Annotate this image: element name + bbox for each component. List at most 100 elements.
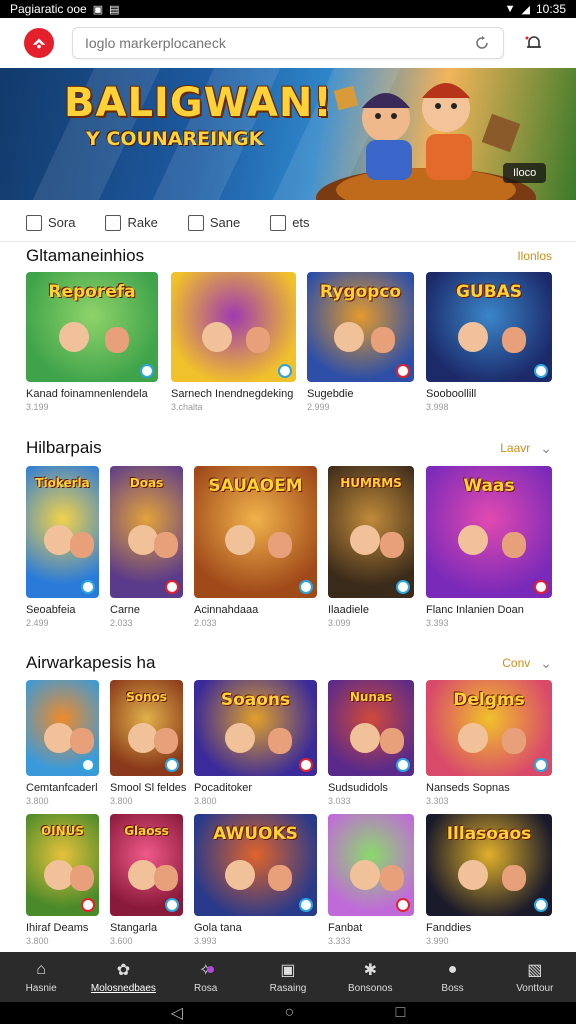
banner-tag[interactable]: Iloco <box>503 163 547 183</box>
game-title[interactable]: Carne <box>110 604 197 616</box>
section-see-more-link[interactable]: Laavr ⌄ <box>500 440 552 457</box>
game-thumbnail: Doas <box>110 466 183 598</box>
game-title[interactable]: Nanseds Sopnas <box>426 782 566 794</box>
game-tile[interactable]: Reporefa <box>26 272 158 382</box>
game-tile[interactable]: SAUAOEM <box>194 466 317 598</box>
game-title[interactable]: Stangarla <box>110 922 197 934</box>
game-tile[interactable]: Doas <box>110 466 183 598</box>
character-face <box>501 327 526 353</box>
character-face <box>246 327 270 353</box>
category-tab-0[interactable]: Sora <box>26 214 75 231</box>
game-title[interactable]: Ilaadiele <box>328 604 428 616</box>
character-face <box>457 859 488 890</box>
section-see-more-link[interactable]: Conv ⌄ <box>502 655 552 672</box>
game-tile[interactable]: GUBAS <box>426 272 552 382</box>
character-face <box>224 723 255 754</box>
game-meta: 3.800 <box>194 796 217 806</box>
game-tile[interactable]: Sonos <box>110 680 183 776</box>
nav-item-5[interactable]: ● Boss <box>411 961 493 994</box>
game-tile[interactable]: Tiokerla <box>26 466 99 598</box>
game-tile[interactable]: Waas <box>426 466 552 598</box>
game-meta: 3.393 <box>426 618 449 628</box>
nav-item-3[interactable]: ▣ Rasaing <box>247 961 329 994</box>
game-tile[interactable] <box>171 272 296 382</box>
game-tile[interactable]: Delgms <box>426 680 552 776</box>
gallery-icon <box>187 214 204 231</box>
thumbnail-title: Nunas <box>349 690 393 704</box>
calendar-icon <box>270 214 287 231</box>
game-tile[interactable]: Soaons <box>194 680 317 776</box>
game-title[interactable]: Sudsudidols <box>328 782 428 794</box>
home-icon: ⌂ <box>36 960 46 978</box>
app-icon: ▤ <box>109 3 120 16</box>
game-thumbnail: Delgms <box>426 680 552 776</box>
game-tile[interactable]: Rygopco <box>307 272 414 382</box>
game-tile[interactable]: HUMRMS <box>328 466 414 598</box>
category-tab-label: Rake <box>127 215 158 230</box>
bell-icon[interactable] <box>522 31 546 55</box>
game-thumbnail <box>26 680 99 776</box>
hero-banner[interactable]: BALIGWAN! Y COUNAREINGK Iloco <box>0 68 576 200</box>
game-thumbnail: Sonos <box>110 680 183 776</box>
game-title[interactable]: Smool Sl feldes <box>110 782 197 794</box>
back-icon[interactable]: ◁ <box>171 1003 183 1023</box>
refresh-icon[interactable] <box>473 34 491 52</box>
section-see-more-link[interactable]: Ilonlos <box>517 249 552 263</box>
game-title[interactable]: Ihiraf Deams <box>26 922 113 934</box>
game-tile[interactable]: Glaoss <box>110 814 183 916</box>
recents-icon[interactable]: □ <box>396 1004 406 1022</box>
game-title[interactable]: Flanc Inlanien Doan <box>426 604 566 616</box>
game-meta: 3.990 <box>426 936 449 946</box>
search-input[interactable] <box>85 35 473 51</box>
picture-icon: ▧ <box>527 961 543 979</box>
character-face <box>153 532 178 558</box>
game-tile[interactable]: OINUS <box>26 814 99 916</box>
nav-item-4[interactable]: ✱ Bonsonos <box>329 961 411 994</box>
character-face <box>349 723 380 754</box>
search-bar[interactable] <box>72 27 504 59</box>
game-thumbnail: AWUOKS <box>194 814 317 916</box>
game-tile[interactable]: Nunas <box>328 680 414 776</box>
platform-badge-icon <box>299 898 313 912</box>
game-title[interactable]: Seoabfeia <box>26 604 113 616</box>
character-face <box>267 728 292 754</box>
game-title[interactable]: Sarnech Inendnegdeking <box>171 388 310 400</box>
game-tile[interactable]: AWUOKS <box>194 814 317 916</box>
character-face <box>267 532 292 558</box>
game-meta: 3.800 <box>26 796 49 806</box>
game-tile[interactable]: Illasoaos <box>426 814 552 916</box>
game-title[interactable]: Fanbat <box>328 922 428 934</box>
game-title[interactable]: Pocaditoker <box>194 782 331 794</box>
platform-badge-icon <box>165 758 179 772</box>
game-title[interactable]: Cemtanfcaderl <box>26 782 113 794</box>
character-face <box>457 525 488 556</box>
category-tab-1[interactable]: Rake <box>105 214 158 231</box>
home-circle-icon[interactable]: ○ <box>284 1004 294 1022</box>
nav-item-label: Boss <box>441 982 464 994</box>
rocket-icon <box>26 214 42 231</box>
game-title[interactable]: Fanddies <box>426 922 566 934</box>
game-tile[interactable] <box>328 814 414 916</box>
game-title[interactable]: Acinnahdaaa <box>194 604 331 616</box>
thumbnail-title: Waas <box>463 476 515 496</box>
wifi-icon: ▼ <box>504 3 516 15</box>
nav-item-0[interactable]: ⌂ Hasnie <box>0 961 82 994</box>
nav-item-1[interactable]: ✿ Molosnedbaes <box>82 961 164 994</box>
game-title[interactable]: Gola tana <box>194 922 331 934</box>
box-icon: ▣ <box>280 961 296 979</box>
nav-item-6[interactable]: ▧ Vonttour <box>494 961 576 994</box>
nav-item-label: Rosa <box>194 982 218 994</box>
category-tab-2[interactable]: Sane <box>187 214 240 231</box>
game-meta: 3.993 <box>194 936 217 946</box>
nav-item-2[interactable]: ✧ Rosa <box>165 961 247 994</box>
platform-badge-icon <box>534 758 548 772</box>
character-face <box>379 865 404 891</box>
game-title[interactable]: Sugebdie <box>307 388 428 400</box>
platform-badge-icon <box>165 580 179 594</box>
game-title[interactable]: Sooboollill <box>426 388 566 400</box>
game-title[interactable]: Kanad foinamnenlendela <box>26 388 172 400</box>
category-tab-3[interactable]: ets <box>270 214 310 231</box>
banner-illustration <box>316 83 536 200</box>
game-tile[interactable] <box>26 680 99 776</box>
app-logo[interactable] <box>24 28 54 58</box>
